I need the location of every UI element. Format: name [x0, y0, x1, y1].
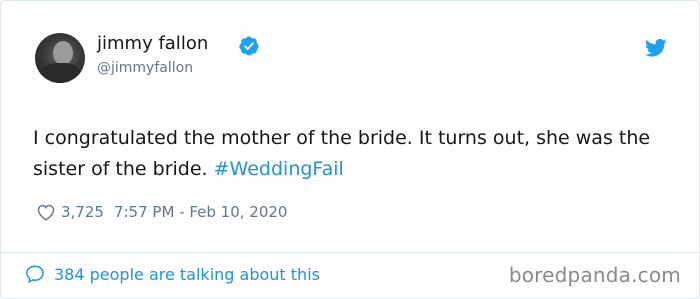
author-name[interactable]: jimmy fallon: [97, 33, 208, 55]
verified-badge-icon: [239, 36, 259, 56]
footer-divider: [1, 252, 699, 253]
speech-bubble-icon: [26, 265, 44, 283]
twitter-bird-icon[interactable]: [645, 38, 667, 58]
talking-count-text[interactable]: 384 people are talking about this: [54, 265, 320, 284]
tweet-card: jimmy fallon @jimmyfallon I congratulate…: [0, 0, 700, 299]
hashtag-link[interactable]: #WeddingFail: [214, 158, 344, 180]
like-count[interactable]: 3,725: [61, 203, 104, 221]
heart-icon[interactable]: [35, 201, 57, 223]
tweet-meta: 3,725 7:57 PM - Feb 10, 2020: [35, 200, 287, 224]
tweet-text: I congratulated the mother of the bride.…: [33, 123, 673, 185]
conversation-link[interactable]: 384 people are talking about this: [24, 263, 320, 285]
author-handle[interactable]: @jimmyfallon: [97, 59, 193, 77]
avatar-face: [53, 41, 73, 65]
avatar[interactable]: [35, 33, 85, 83]
watermark: boredpanda.com: [508, 263, 681, 287]
tweet-timestamp[interactable]: 7:57 PM - Feb 10, 2020: [114, 203, 288, 221]
avatar-body: [41, 63, 81, 83]
